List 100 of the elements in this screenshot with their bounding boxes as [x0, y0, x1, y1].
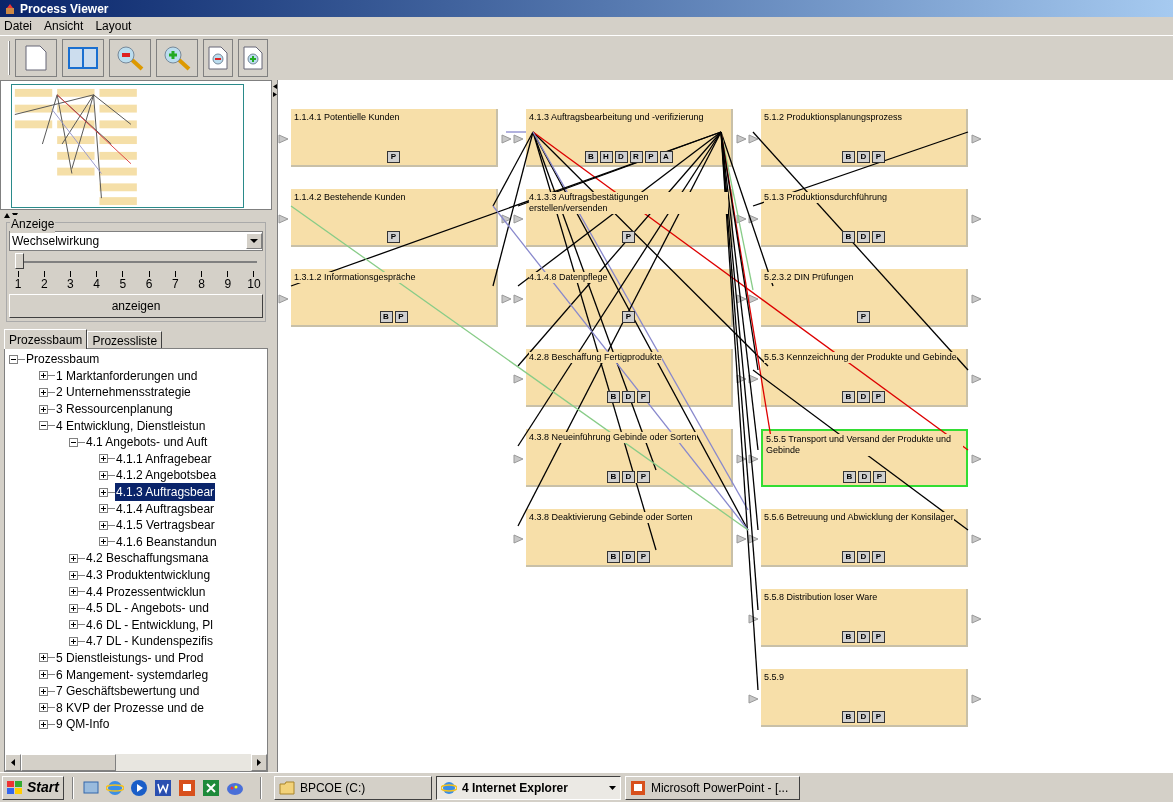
node-badge[interactable]: D	[857, 551, 870, 563]
process-node[interactable]: 4.3.8 Deaktivierung Gebinde oder Sorten B D P	[526, 509, 733, 567]
expand-toggle-icon[interactable]	[69, 587, 78, 597]
expand-toggle-icon[interactable]	[39, 388, 48, 397]
node-badge[interactable]: B	[842, 711, 855, 723]
tree-item[interactable]: 4.2 Beschaffungsmana	[85, 549, 210, 568]
process-node[interactable]: 4.2.8 Beschaffung Fertigprodukte B D P	[526, 349, 733, 407]
menu-item[interactable]: Datei	[4, 17, 32, 35]
start-button[interactable]: Start	[2, 775, 64, 800]
node-badge[interactable]: B	[842, 391, 855, 403]
node-badge[interactable]: P	[644, 151, 658, 163]
horizontal-scrollbar[interactable]	[5, 754, 267, 771]
tree-item[interactable]: 4.1 Angebots- und Auft	[85, 433, 209, 452]
show-button[interactable]: anzeigen	[9, 294, 263, 318]
node-badge[interactable]: P	[394, 311, 408, 323]
expand-toggle-icon[interactable]	[39, 719, 48, 729]
tree-item[interactable]: 5 Dienstleistungs- und Prod	[55, 649, 205, 667]
tree-item[interactable]: 2 Unternehmensstrategie	[55, 383, 192, 402]
expand-toggle-icon[interactable]	[99, 454, 108, 464]
word-icon[interactable]	[153, 778, 172, 797]
node-badge[interactable]: B	[842, 631, 855, 643]
tree-item[interactable]: 4.4 Prozessentwicklun	[85, 582, 207, 601]
expand-toggle-icon[interactable]	[39, 404, 48, 414]
node-badge[interactable]: B	[607, 471, 620, 483]
page-zoom-in-button[interactable]	[238, 39, 268, 77]
display-dropdown[interactable]: Wechselwirkung	[9, 231, 263, 251]
tree-item[interactable]: 4.6 DL - Entwicklung, Pl	[85, 615, 214, 634]
menu-item[interactable]: Ansicht	[44, 17, 84, 35]
page-zoom-out-button[interactable]	[203, 39, 233, 77]
tab[interactable]: Prozessbaum	[4, 329, 88, 349]
tree-item[interactable]: 6 Mangement- systemdarleg	[55, 665, 210, 684]
expand-toggle-icon[interactable]	[99, 537, 108, 547]
node-badge[interactable]: B	[842, 151, 855, 163]
process-node[interactable]: 4.3.8 Neueinführung Gebinde oder Sorten B D P	[526, 429, 733, 487]
zoom-in-button[interactable]	[156, 39, 198, 77]
expand-toggle-icon[interactable]	[39, 703, 48, 713]
slider-thumb[interactable]	[15, 253, 24, 269]
node-badge[interactable]: D	[857, 231, 870, 243]
node-badge[interactable]: A	[659, 151, 673, 163]
tree-item[interactable]: 8 KVP der Prozesse und de	[55, 698, 205, 717]
expand-toggle-icon[interactable]	[99, 504, 108, 514]
tree-item[interactable]: 4.1.2 Angebotsbea	[115, 466, 218, 485]
node-badge[interactable]: P	[622, 311, 635, 323]
node-badge[interactable]: P	[637, 551, 650, 563]
node-badge[interactable]: D	[857, 631, 870, 643]
node-badge[interactable]: P	[873, 471, 886, 483]
node-badge[interactable]: B	[843, 471, 856, 483]
node-badge[interactable]: D	[857, 391, 870, 403]
tree-item[interactable]: 4.3 Produktentwicklung	[85, 566, 212, 584]
node-badge[interactable]: D	[614, 151, 628, 163]
node-badge[interactable]: D	[858, 471, 871, 483]
spreadsheet-icon[interactable]	[201, 778, 220, 797]
node-badge[interactable]: P	[872, 551, 885, 563]
split-view-button[interactable]	[62, 39, 104, 77]
process-node[interactable]: 1.1.4.1 Potentielle Kunden P	[291, 109, 498, 167]
node-badge[interactable]: P	[872, 151, 885, 163]
tree-item[interactable]: 4.5 DL - Angebots- und	[85, 599, 210, 618]
tree-item[interactable]: 4.1.6 Beanstandun	[115, 532, 218, 551]
process-node[interactable]: 5.5.8 Distribution loser Ware B D P	[761, 589, 968, 647]
node-badge[interactable]: D	[622, 391, 635, 403]
node-badge[interactable]: P	[622, 231, 635, 243]
tab[interactable]: Prozessliste	[87, 331, 163, 348]
tree-item[interactable]: 9 QM-Info	[55, 715, 111, 734]
process-node[interactable]: 5.5.9 B D P	[761, 669, 968, 727]
process-node[interactable]: 1.3.1.2 Informationsgespräche B P	[291, 269, 498, 327]
process-node[interactable]: 1.1.4.2 Bestehende Kunden P	[291, 189, 498, 247]
node-badge[interactable]: B	[842, 231, 855, 243]
expand-toggle-icon[interactable]	[99, 520, 108, 530]
node-badge[interactable]: D	[857, 711, 870, 723]
expand-toggle-icon[interactable]	[99, 470, 108, 480]
expand-toggle-icon[interactable]	[99, 487, 108, 497]
node-badge[interactable]: P	[637, 391, 650, 403]
tree-item[interactable]: 4.7 DL - Kundenspezifis	[85, 632, 214, 651]
depth-slider[interactable]	[15, 253, 257, 271]
taskbar-button[interactable]: Microsoft PowerPoint - [...	[624, 775, 800, 800]
process-node[interactable]: 4.1.4.8 Datenpflege P	[526, 269, 733, 327]
expand-toggle-icon[interactable]	[39, 371, 48, 381]
process-node[interactable]: 5.1.2 Produktionsplanungsprozess B D P	[761, 109, 968, 167]
node-badge[interactable]: P	[387, 151, 400, 163]
expand-toggle-icon[interactable]	[39, 686, 48, 696]
tree-item[interactable]: Prozessbaum	[25, 350, 101, 369]
taskbar-button[interactable]: BPCOE (C:)	[273, 775, 432, 800]
tree-item[interactable]: 7 Geschäftsbewertung und	[55, 682, 201, 701]
slides-icon[interactable]	[177, 778, 196, 797]
new-document-button[interactable]	[15, 39, 57, 77]
node-badge[interactable]: B	[584, 151, 598, 163]
expand-toggle-icon[interactable]	[69, 603, 78, 613]
scroll-right-icon[interactable]	[257, 759, 261, 766]
node-badge[interactable]: P	[872, 711, 885, 723]
tree-item[interactable]: 3 Ressourcenplanung	[55, 400, 174, 419]
node-badge[interactable]: D	[857, 151, 870, 163]
collapse-toggle-icon[interactable]	[39, 421, 48, 431]
node-badge[interactable]: P	[857, 311, 870, 323]
expand-toggle-icon[interactable]	[39, 653, 48, 663]
node-badge[interactable]: B	[842, 551, 855, 563]
collapse-toggle-icon[interactable]	[69, 437, 78, 447]
node-badge[interactable]: P	[637, 471, 650, 483]
process-node[interactable]: 4.1.3 Auftragsbearbeitung und -verifizierung B H D R P A	[526, 109, 733, 167]
process-node[interactable]: 5.2.3.2 DIN Prüfungen P	[761, 269, 968, 327]
tree-item[interactable]: 4 Entwicklung, Dienstleistun	[55, 416, 207, 435]
